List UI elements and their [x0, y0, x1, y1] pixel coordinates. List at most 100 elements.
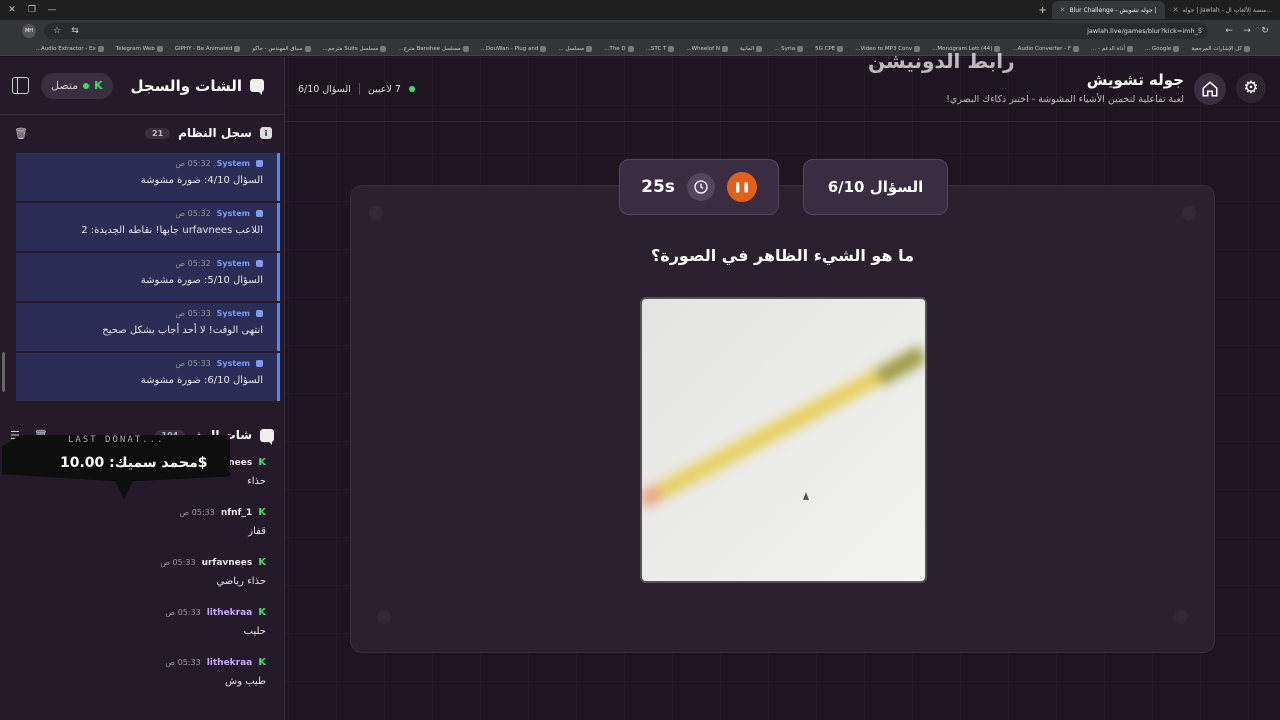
system-icon	[256, 260, 263, 267]
syslog-list: System 05:32 ص السؤال 4/10: صورة مشوشة Syst…	[16, 153, 280, 415]
timer-value: 25s	[641, 177, 675, 197]
bookmark-label: أداة الدعم - ...	[1091, 45, 1125, 52]
divider	[358, 83, 360, 95]
close-window-icon[interactable]: ✕	[2, 0, 22, 20]
bookmark-item[interactable]: Audio Extractor - Ex...	[35, 45, 104, 52]
game-info: 7 لاعبين السؤال 6/10	[298, 83, 415, 95]
nav-controls: ← → ↻	[1220, 22, 1274, 40]
bookmark-item[interactable]: Telegram Web	[116, 45, 163, 52]
new-tab-button[interactable]: +	[1034, 5, 1052, 16]
chat-bubble-icon	[250, 79, 264, 95]
bookmark-item[interactable]: مسلسل Banshee مترج...	[398, 45, 469, 52]
bookmark-label: The D...	[604, 45, 626, 52]
chat-message: Knfnf_1 05:33 ص قفاز	[20, 507, 266, 557]
settings-gear-icon[interactable]: ⚙	[1236, 73, 1266, 103]
tab-title: Blur Challenge - جوله تشويش |	[1069, 6, 1157, 14]
kick-icon: K	[258, 657, 266, 668]
bookmark-label: Audio Extractor - Ex...	[35, 45, 96, 52]
syslog-title-wrap: i سجل النظام 21	[145, 126, 272, 140]
star-icon[interactable]: ☆	[48, 22, 66, 40]
bookmark-item[interactable]: The D...	[604, 45, 634, 52]
bookmark-label: سباق المهندس - جاكو	[252, 45, 303, 52]
reload-icon[interactable]: ↻	[1256, 22, 1274, 40]
restore-window-icon[interactable]: ❐	[22, 0, 42, 20]
syslog-name: System	[216, 159, 250, 168]
bookmark-label: Google ...	[1144, 45, 1172, 52]
tab-blur-challenge[interactable]: ✕ Blur Challenge - جوله تشويش |	[1051, 1, 1165, 19]
bookmark-item[interactable]: مسلسل ...	[558, 45, 593, 52]
bookmark-favicon-icon	[668, 45, 675, 52]
bookmark-favicon-icon	[721, 45, 728, 52]
syslog-text: اللاعب urfavnees جابها! نقاطه الجديدة: 2	[81, 225, 263, 236]
decor-dot	[1182, 206, 1196, 220]
bookmark-favicon-icon	[97, 45, 104, 52]
system-icon	[256, 310, 263, 317]
blurred-pencil-image	[642, 299, 925, 581]
bookmark-item[interactable]: سباق المهندس - جاكو	[252, 45, 311, 52]
close-tab-icon[interactable]: ✕	[1173, 6, 1179, 14]
system-icon	[256, 210, 263, 217]
panel-title-wrap: الشات والسجل	[130, 77, 264, 95]
minimize-window-icon[interactable]: —	[42, 0, 62, 20]
system-icon	[256, 360, 263, 367]
syslog-text: السؤال 5/10: صورة مشوشة	[140, 275, 263, 286]
bookmark-item[interactable]: Syria ...	[774, 45, 804, 52]
bookmark-favicon-icon	[627, 45, 634, 52]
bookmark-label: مسلسل Suits مترجم...	[322, 45, 379, 52]
bookmark-item[interactable]: DouWan - Plug and...	[481, 45, 547, 52]
url-text[interactable]: jawlah.live/games/blur?kick=imh_5	[1087, 27, 1202, 35]
question-badge: السؤال 6/10	[803, 159, 948, 215]
chat-meta: Kurfavnees 05:33 ص	[20, 557, 266, 568]
back-icon[interactable]: ←	[1220, 22, 1238, 40]
syslog-time: 05:33 ص	[175, 359, 211, 368]
forward-icon[interactable]: →	[1238, 22, 1256, 40]
online-dot-icon	[408, 86, 415, 92]
home-button[interactable]	[1194, 73, 1226, 105]
bookmark-item[interactable]: مسلسل Suits مترجم...	[322, 45, 387, 52]
share-icon[interactable]: ⇆	[66, 22, 84, 40]
decor-dot	[1174, 610, 1188, 624]
chat-username[interactable]: urfavnees	[202, 558, 253, 568]
syslog-time: 05:32 ص	[175, 209, 211, 218]
bookmarks-bar: كل الإشارات المرجعية Google ... أداة الدعم…	[0, 42, 1280, 56]
bookmark-item[interactable]: GIPHY - Be Animated	[175, 45, 241, 52]
collapse-panel-icon[interactable]	[12, 77, 29, 94]
chat-panel: الشات والسجل K متصل i سجل النظام 21 🗑 Sy…	[0, 57, 285, 720]
syslog-meta: System 05:33 ص	[26, 359, 263, 368]
bookmark-item[interactable]: Wheelof N...	[686, 45, 728, 52]
chat-message: Kurfavnees 05:33 ص حذاء رياضي	[20, 557, 266, 607]
question-text: ما هو الشيء الظاهر في الصورة؟	[650, 246, 915, 265]
syslog-item: System 05:32 ص السؤال 4/10: صورة مشوشة	[16, 153, 280, 201]
chat-username[interactable]: lithekraa	[207, 608, 253, 618]
bookmark-item[interactable]: Google ...	[1144, 45, 1180, 52]
syslog-time: 05:33 ص	[175, 309, 211, 318]
kick-icon: K	[258, 607, 266, 618]
bookmark-item[interactable]: المانية	[740, 45, 763, 52]
chat-username[interactable]: nfnf_1	[221, 508, 252, 518]
chat-username[interactable]: lithekraa	[207, 658, 253, 668]
bookmark-label: مسلسل Banshee مترج...	[398, 45, 461, 52]
bookmark-favicon-icon	[234, 45, 241, 52]
bookmark-favicon-icon	[756, 45, 763, 52]
tab-list: + ✕ Blur Challenge - جوله تشويش | ✕ جولة…	[1034, 0, 1280, 20]
bookmark-item[interactable]: 5G CPE	[815, 45, 844, 52]
bookmark-favicon-icon	[837, 45, 844, 52]
close-tab-icon[interactable]: ✕	[1060, 6, 1066, 14]
bookmark-item[interactable]: أداة الدعم - ...	[1091, 45, 1133, 52]
syslog-text: السؤال 4/10: صورة مشوشة	[140, 175, 263, 186]
mouse-cursor	[803, 492, 809, 500]
bookmark-item[interactable]: Audio Converter - F...	[1012, 45, 1080, 52]
syslog-scrollbar[interactable]	[2, 352, 5, 392]
bookmark-item[interactable]: STC T...	[646, 45, 675, 52]
chat-time: 05:33 ص	[165, 608, 201, 617]
tab-jawlah[interactable]: ✕ جولة | Jawlah - منصة الألعاب ال...	[1165, 1, 1280, 19]
bookmark-label: كل الإشارات المرجعية	[1191, 45, 1242, 52]
clear-syslog-trash-icon[interactable]: 🗑	[14, 127, 28, 140]
profile-avatar[interactable]: MH	[22, 24, 36, 38]
omnibox[interactable]	[44, 23, 1208, 39]
panel-header-controls: K متصل	[12, 72, 113, 99]
donation-label: LAST DONAT...	[68, 435, 165, 445]
bookmark-item[interactable]: كل الإشارات المرجعية	[1191, 45, 1250, 52]
clock-icon	[686, 173, 715, 201]
pause-button[interactable]: ❚❚	[726, 172, 757, 202]
